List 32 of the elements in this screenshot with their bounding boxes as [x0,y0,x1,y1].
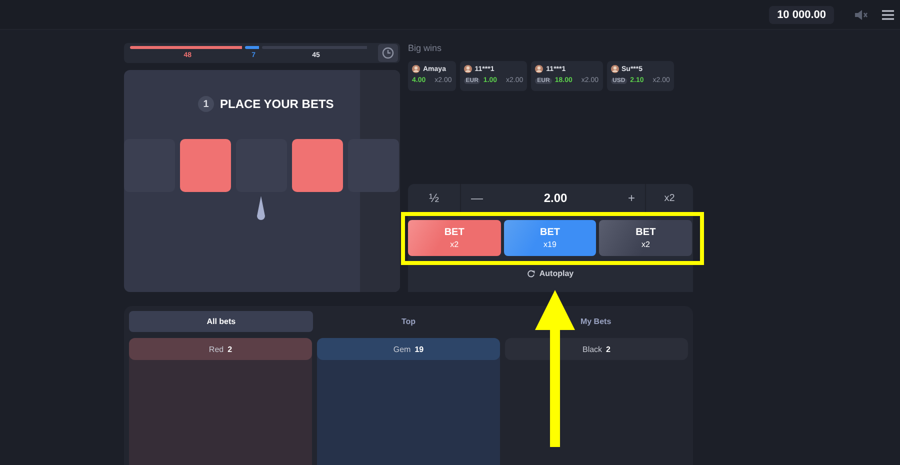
tab[interactable]: Top [316,311,501,332]
bet-button[interactable]: BET x2 [599,220,692,256]
column-name: Gem [393,344,411,354]
minus-button[interactable]: — [471,191,483,205]
tile [180,139,231,192]
bet-count: 19 [414,344,424,354]
avatar-icon [610,65,618,73]
plus-button[interactable]: + [628,191,635,205]
balance-display: 10 000.00 [769,6,834,24]
autoplay-button[interactable]: Autoplay [527,269,574,278]
avatar-icon [412,65,420,73]
round-number: 1 [198,96,214,112]
sound-muted-icon[interactable] [854,8,868,20]
pointer-icon [256,196,266,222]
tile [292,139,343,192]
refresh-icon [527,270,536,278]
column-name: Red [208,344,224,354]
section-title: Big wins [408,43,443,53]
history-button[interactable] [378,44,398,62]
game-status: PLACE YOUR BETS [220,97,334,111]
column-name: Black [582,344,602,354]
tab[interactable]: My Bets [504,311,688,332]
double-button[interactable]: x2 [645,184,693,212]
menu-icon[interactable] [882,10,894,20]
clock-icon [382,47,394,59]
bet-amount: 2.00 [544,191,568,205]
tab[interactable]: All bets [129,311,314,332]
half-button[interactable]: ½ [408,184,461,212]
bet-count: 2 [606,344,610,354]
bet-count: 2 [228,344,232,354]
avatar-icon [464,65,472,73]
avatar-icon [535,65,544,73]
